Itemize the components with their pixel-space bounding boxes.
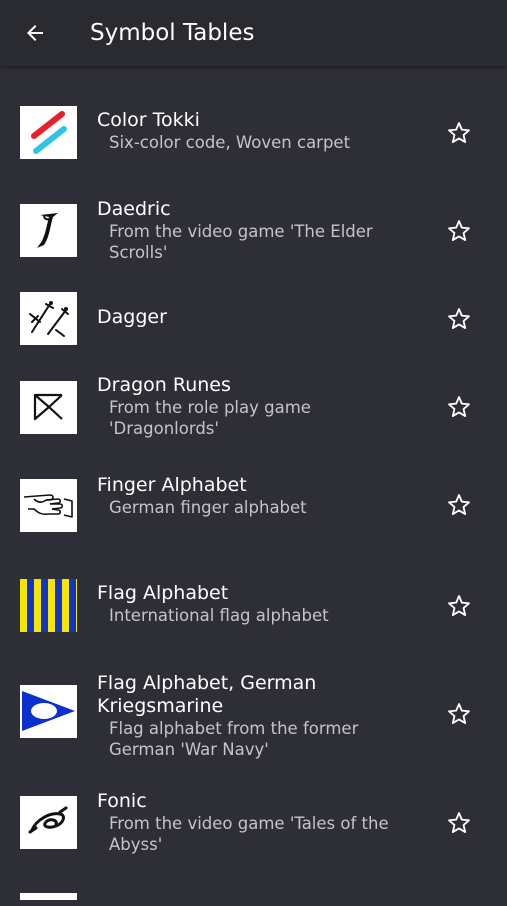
favorite-button[interactable] bbox=[444, 392, 474, 422]
item-subtitle: From the video game 'Tales of the Abyss' bbox=[109, 814, 389, 854]
item-title: Finger Alphabet bbox=[97, 474, 247, 496]
color-tokki-thumbnail bbox=[20, 106, 77, 159]
star-outline-icon bbox=[448, 220, 470, 242]
star-outline-icon bbox=[448, 812, 470, 834]
partial-thumbnail bbox=[20, 893, 77, 900]
star-outline-icon bbox=[448, 595, 470, 617]
page-title: Symbol Tables bbox=[90, 20, 255, 46]
list-item-flag-kriegsmarine[interactable]: Flag Alphabet, German Kriegsmarine Flag … bbox=[0, 672, 507, 796]
favorite-button[interactable] bbox=[444, 304, 474, 334]
item-title: Color Tokki bbox=[97, 109, 200, 131]
item-subtitle: German finger alphabet bbox=[109, 498, 307, 517]
favorite-button[interactable] bbox=[444, 699, 474, 729]
arrow-back-icon bbox=[27, 25, 43, 41]
item-title: Flag Alphabet, German Kriegsmarine bbox=[97, 672, 317, 717]
item-subtitle: International flag alphabet bbox=[109, 606, 329, 625]
item-subtitle: Six-color code, Woven carpet bbox=[109, 133, 351, 152]
finger-alphabet-thumbnail bbox=[20, 479, 77, 532]
list-item-dagger[interactable]: Dagger bbox=[0, 286, 507, 376]
dagger-thumbnail bbox=[20, 292, 77, 345]
favorite-button[interactable] bbox=[444, 490, 474, 520]
daedric-thumbnail bbox=[20, 204, 77, 257]
item-subtitle: Flag alphabet from the former German 'Wa… bbox=[109, 719, 359, 759]
star-outline-icon bbox=[448, 122, 470, 144]
item-title: Fonic bbox=[97, 790, 147, 812]
favorite-button[interactable] bbox=[444, 808, 474, 838]
list-item-dragon-runes[interactable]: Dragon Runes From the role play game 'Dr… bbox=[0, 374, 507, 476]
back-button[interactable] bbox=[14, 12, 56, 54]
list-item-partial[interactable] bbox=[0, 890, 507, 900]
item-title: Flag Alphabet bbox=[97, 582, 229, 604]
flag-alphabet-thumbnail bbox=[20, 579, 77, 632]
item-subtitle: From the role play game 'Dragonlords' bbox=[109, 398, 311, 438]
star-outline-icon bbox=[448, 494, 470, 516]
star-outline-icon bbox=[448, 308, 470, 330]
favorite-button[interactable] bbox=[444, 591, 474, 621]
list-item-finger-alphabet[interactable]: Finger Alphabet German finger alphabet bbox=[0, 474, 507, 576]
item-title: Dragon Runes bbox=[97, 374, 231, 396]
fonic-thumbnail bbox=[20, 796, 77, 849]
favorite-button[interactable] bbox=[444, 118, 474, 148]
item-subtitle: From the video game 'The Elder Scrolls' bbox=[109, 222, 373, 262]
list-item-color-tokki[interactable]: Color Tokki Six-color code, Woven carpet bbox=[0, 66, 507, 176]
list-item-flag-alphabet[interactable]: Flag Alphabet International flag alphabe… bbox=[0, 576, 507, 676]
star-outline-icon bbox=[448, 396, 470, 418]
app-bar: Symbol Tables bbox=[0, 0, 507, 66]
list-item-daedric[interactable]: Daedric From the video game 'The Elder S… bbox=[0, 176, 507, 286]
dragon-runes-thumbnail bbox=[20, 381, 77, 434]
favorite-button[interactable] bbox=[444, 216, 474, 246]
star-outline-icon bbox=[448, 703, 470, 725]
flag-kriegsmarine-thumbnail bbox=[20, 685, 77, 738]
item-title: Daedric bbox=[97, 198, 171, 220]
item-title: Dagger bbox=[97, 306, 167, 328]
